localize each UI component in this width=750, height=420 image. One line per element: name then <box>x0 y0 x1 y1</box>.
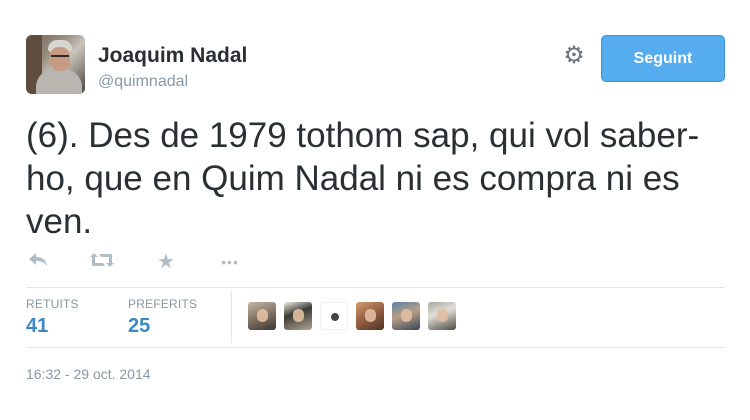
tweet-card: Joaquim Nadal @quimnadal ⚙ Seguint (6). … <box>0 0 750 420</box>
favoriter-face <box>365 309 376 322</box>
following-button[interactable]: Seguint <box>601 35 725 82</box>
avatar-body <box>36 69 82 94</box>
avatar-face <box>50 47 70 71</box>
reply-icon[interactable] <box>26 251 50 273</box>
stats-divider-bottom <box>26 347 725 348</box>
retweet-icon[interactable] <box>90 251 114 273</box>
favoriter-avatars <box>248 302 464 330</box>
tweet-timestamp[interactable]: 16:32 - 29 oct. 2014 <box>26 366 151 382</box>
favoriter-face <box>293 309 304 322</box>
tweet-actions: ★ ••• <box>26 250 242 274</box>
stats-separator <box>231 291 232 343</box>
more-icon[interactable]: ••• <box>218 251 242 273</box>
star-icon[interactable]: ★ <box>154 251 178 273</box>
favoriter-face <box>437 309 448 322</box>
tweet-text: (6). Des de 1979 tothom sap, qui vol sab… <box>26 116 700 241</box>
favoriter-avatar[interactable] <box>284 302 312 330</box>
favoriter-face <box>401 309 412 322</box>
favoriter-face <box>331 313 339 321</box>
favoriter-avatar[interactable] <box>356 302 384 330</box>
favoriter-avatar[interactable] <box>248 302 276 330</box>
favoriter-avatar[interactable] <box>320 302 348 330</box>
stats-divider-top <box>26 287 725 288</box>
favoriter-face <box>257 309 268 322</box>
display-name[interactable]: Joaquim Nadal <box>98 44 247 68</box>
favorites-label: PREFERITS <box>128 297 198 311</box>
favoriter-avatar[interactable] <box>392 302 420 330</box>
user-avatar[interactable] <box>26 35 85 94</box>
favorites-count[interactable]: 25 <box>128 315 150 338</box>
user-handle[interactable]: @quimnadal <box>98 73 188 91</box>
retweets-label: RETUITS <box>26 297 79 311</box>
retweets-count[interactable]: 41 <box>26 315 48 338</box>
favoriter-avatar[interactable] <box>428 302 456 330</box>
gear-icon[interactable]: ⚙ <box>562 44 586 68</box>
avatar-glasses <box>51 55 69 59</box>
